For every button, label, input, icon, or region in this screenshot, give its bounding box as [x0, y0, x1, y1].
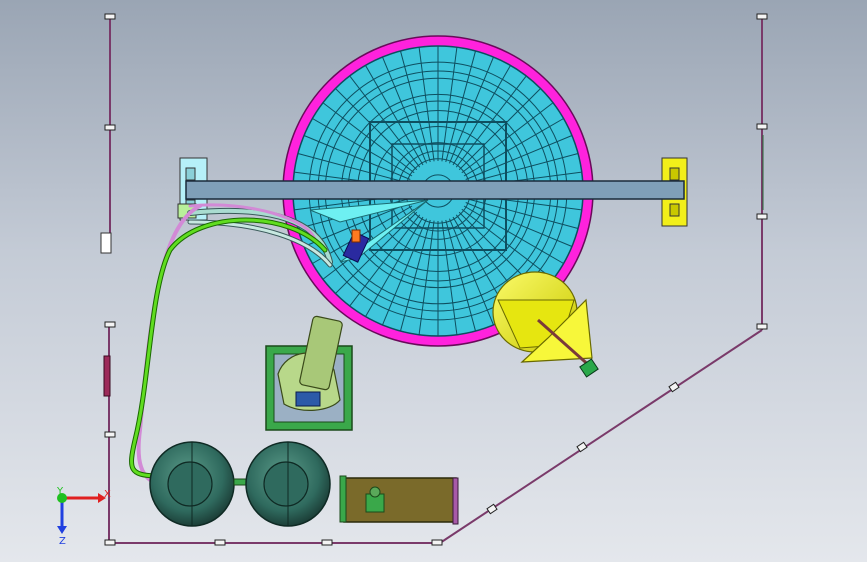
y-axis-label: Y [56, 486, 64, 497]
control-box[interactable] [339, 475, 459, 525]
tank-left[interactable] [149, 441, 235, 527]
x-axis-label: X [104, 489, 111, 500]
coordinate-triad: X Y Z [56, 486, 111, 547]
z-arrow-head-icon [57, 526, 67, 534]
assembly-view[interactable]: X Y Z [0, 0, 867, 562]
tank-connector [233, 478, 247, 486]
cad-viewport[interactable]: X Y Z [0, 0, 867, 562]
tank-right[interactable] [245, 441, 331, 527]
side-bracket [100, 232, 112, 397]
cone-collector[interactable] [492, 271, 599, 378]
z-axis-label: Z [59, 536, 66, 547]
pump-motor[interactable] [265, 315, 353, 431]
